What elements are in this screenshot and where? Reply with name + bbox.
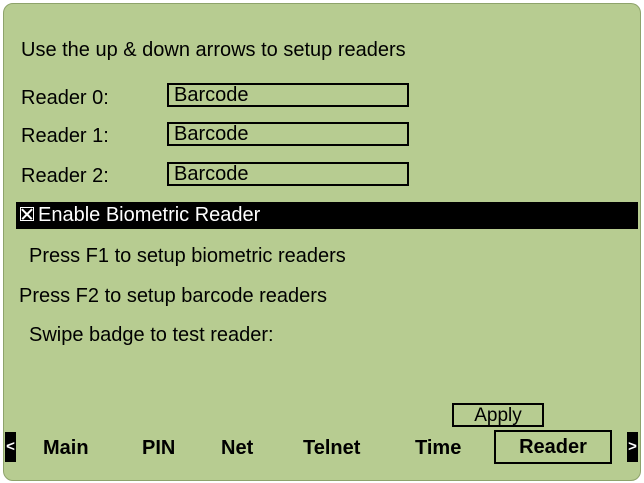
tab-reader[interactable]: Reader (494, 430, 612, 464)
tab-time[interactable]: Time (415, 434, 461, 462)
tab-net[interactable]: Net (221, 434, 253, 462)
checked-box-icon (20, 207, 34, 221)
reader-1-field[interactable]: Barcode (167, 122, 409, 146)
nav-right-arrow-icon[interactable]: > (627, 432, 638, 462)
reader-0-field[interactable]: Barcode (167, 83, 409, 107)
enable-biometric-label: Enable Biometric Reader (38, 204, 261, 226)
f2-hint-text: Press F2 to setup barcode readers (19, 285, 327, 307)
tab-main[interactable]: Main (43, 434, 89, 462)
reader-2-label: Reader 2: (21, 165, 109, 187)
f1-hint-text: Press F1 to setup biometric readers (29, 245, 346, 267)
reader-2-field[interactable]: Barcode (167, 162, 409, 186)
apply-button[interactable]: Apply (452, 403, 544, 427)
nav-left-arrow-icon[interactable]: < (5, 432, 16, 462)
reader-0-label: Reader 0: (21, 87, 109, 109)
instruction-text: Use the up & down arrows to setup reader… (21, 39, 406, 61)
tab-pin[interactable]: PIN (142, 434, 175, 462)
tab-telnet[interactable]: Telnet (303, 434, 360, 462)
enable-biometric-reader-checkbox[interactable]: Enable Biometric Reader (16, 202, 638, 229)
reader-1-label: Reader 1: (21, 125, 109, 147)
swipe-badge-text: Swipe badge to test reader: (29, 324, 274, 346)
reader-setup-screen: Use the up & down arrows to setup reader… (3, 3, 641, 481)
